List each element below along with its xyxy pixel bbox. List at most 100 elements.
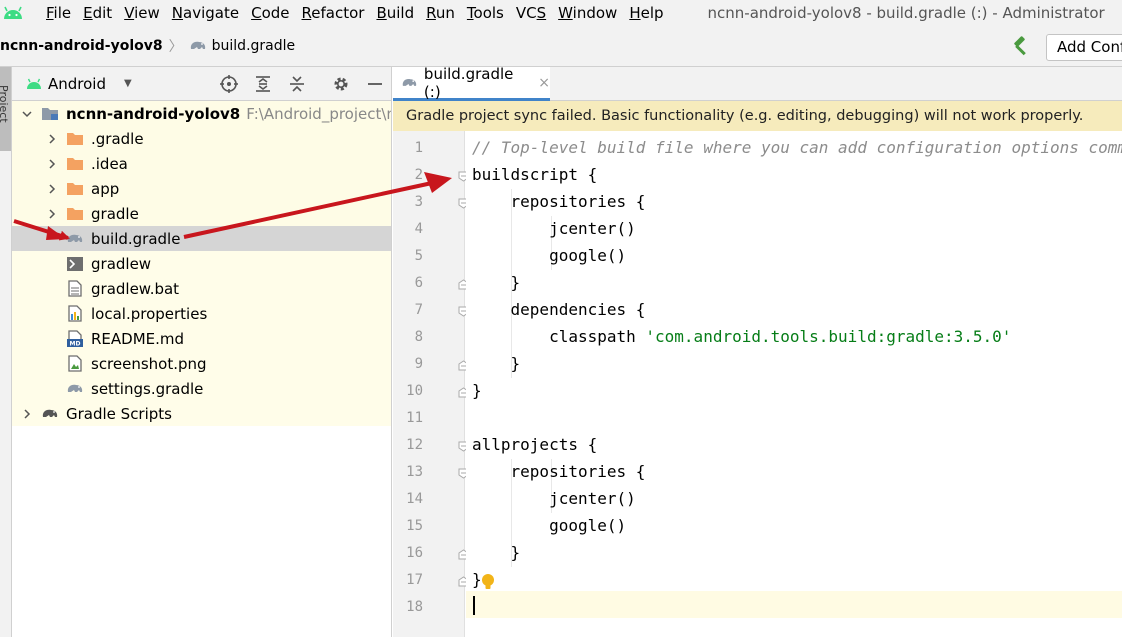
tree-row-text: README.md [91,329,185,348]
line-number: 10 [406,383,423,399]
line-number: 17 [406,572,423,588]
code-editor[interactable]: // Top-level build file where you can ad… [466,131,1122,637]
menu-tools[interactable]: Tools [461,4,510,22]
tree-row-local-properties[interactable]: local.properties [12,301,391,326]
tree-row-label: ncnn-android-yolov8 F:\Android_project\nc… [66,104,391,123]
menu-file[interactable]: File [40,4,77,22]
line-number: 7 [414,302,423,318]
tree-row-text: gradlew [91,254,152,273]
code-text: } [510,354,521,373]
tree-row-gradle[interactable]: gradle [12,201,391,226]
tree-row-build-gradle[interactable]: build.gradle [12,226,391,251]
chevron-down-icon: ▼ [124,78,132,89]
tree-row-gradle-scripts[interactable]: Gradle Scripts [12,401,391,426]
module-folder-icon [41,105,59,123]
tree-row-gradle[interactable]: .gradle [12,126,391,151]
tree-row-text: settings.gradle [91,379,204,398]
project-tool-tab[interactable]: Project [0,67,11,151]
menu-window[interactable]: Window [552,4,623,22]
tree-row-text: .gradle [91,129,144,148]
tree-row-ncnn-android-yolov8[interactable]: ncnn-android-yolov8 F:\Android_project\nc… [12,101,391,126]
code-line: repositories { [472,192,646,211]
hide-panel-icon[interactable] [365,74,385,94]
tree-row-readme-md[interactable]: MD README.md [12,326,391,351]
tree-row-settings-gradle[interactable]: settings.gradle [12,376,391,401]
breadcrumb-file-label: build.gradle [211,38,296,54]
gradle-elephant-icon [190,41,205,49]
tree-row-text: screenshot.png [91,354,207,373]
chevron-right-icon[interactable] [20,407,34,421]
code-line: } [472,273,521,292]
menu-navigate[interactable]: Navigate [166,4,245,22]
tree-row-idea[interactable]: .idea [12,151,391,176]
code-text: google() [549,246,627,265]
line-number: 14 [406,491,423,507]
image-file-icon [66,355,84,373]
tree-row-screenshot-png[interactable]: screenshot.png [12,351,391,376]
code-line: } [472,543,521,562]
menu-build[interactable]: Build [370,4,420,22]
collapse-all-icon[interactable] [287,74,307,94]
add-configuration-button[interactable]: Add Conf [1046,34,1122,61]
line-number: 11 [406,410,423,426]
project-tool-tab-label: Project [0,85,10,123]
editor-tab-bar: build.gradle (:) × [393,65,1122,101]
menu-code[interactable]: Code [245,4,295,22]
folder-icon [66,130,84,148]
code-line: allprojects { [472,435,597,454]
chevron-right-icon[interactable] [45,157,59,171]
menu-edit[interactable]: Edit [77,4,118,22]
tree-row-gradlew-bat[interactable]: gradlew.bat [12,276,391,301]
close-icon[interactable]: × [538,75,550,91]
build-hammer-icon[interactable] [1010,36,1032,58]
menu-run[interactable]: Run [420,4,461,22]
gear-icon[interactable] [331,74,351,94]
breadcrumb-project[interactable]: ncnn-android-yolov8 [0,38,163,54]
chevron-right-icon[interactable] [45,132,59,146]
folder-icon [66,205,84,223]
menu-refactor[interactable]: Refactor [296,4,371,22]
tree-row-gradlew[interactable]: gradlew [12,251,391,276]
chevron-right-icon[interactable] [45,182,59,196]
chevron-right-icon[interactable] [45,207,59,221]
line-number: 12 [406,437,423,453]
expand-all-icon[interactable] [253,74,273,94]
code-line: } [472,570,482,589]
project-path: F:\Android_project\ncnn-a [246,104,391,123]
menu-help[interactable]: Help [623,4,669,22]
gradle-elephant-icon [402,78,417,86]
code-line: dependencies { [472,300,646,319]
locate-target-icon[interactable] [219,74,239,94]
code-string: 'com.android.tools.build:gradle:3.5.0' [645,327,1012,346]
tree-row-app[interactable]: app [12,176,391,201]
tree-row-label: gradlew.bat [91,280,179,298]
code-text: } [510,273,521,292]
tree-row-text: build.gradle [91,229,181,248]
properties-file-icon [66,305,84,323]
tree-row-label: settings.gradle [91,380,203,398]
project-panel-toolbar: Android ▼ [12,67,391,101]
tab-build-gradle[interactable]: build.gradle (:) × [393,65,550,101]
code-text: jcenter() [549,489,636,508]
window-title: ncnn-android-yolov8 - build.gradle (:) -… [707,4,1105,22]
line-number: 1 [414,140,423,156]
code-text: } [472,570,482,589]
line-number: 3 [414,194,423,210]
menu-vcs[interactable]: VCS [510,4,552,22]
project-panel: Android ▼ ncnn-android-yolov8 F:\Android_… [12,67,392,637]
lightbulb-icon[interactable] [481,573,495,595]
menu-view[interactable]: View [118,4,166,22]
tree-row-text: .idea [91,154,128,173]
project-tree: ncnn-android-yolov8 F:\Android_project\nc… [12,101,391,426]
chevron-down-icon[interactable] [20,107,34,121]
project-view-selector[interactable]: Android ▼ [26,75,132,93]
breadcrumb-separator: 〉 [168,39,183,55]
line-number: 16 [406,545,423,561]
code-line: } [472,354,521,373]
breadcrumb-file[interactable]: build.gradle [189,38,296,54]
